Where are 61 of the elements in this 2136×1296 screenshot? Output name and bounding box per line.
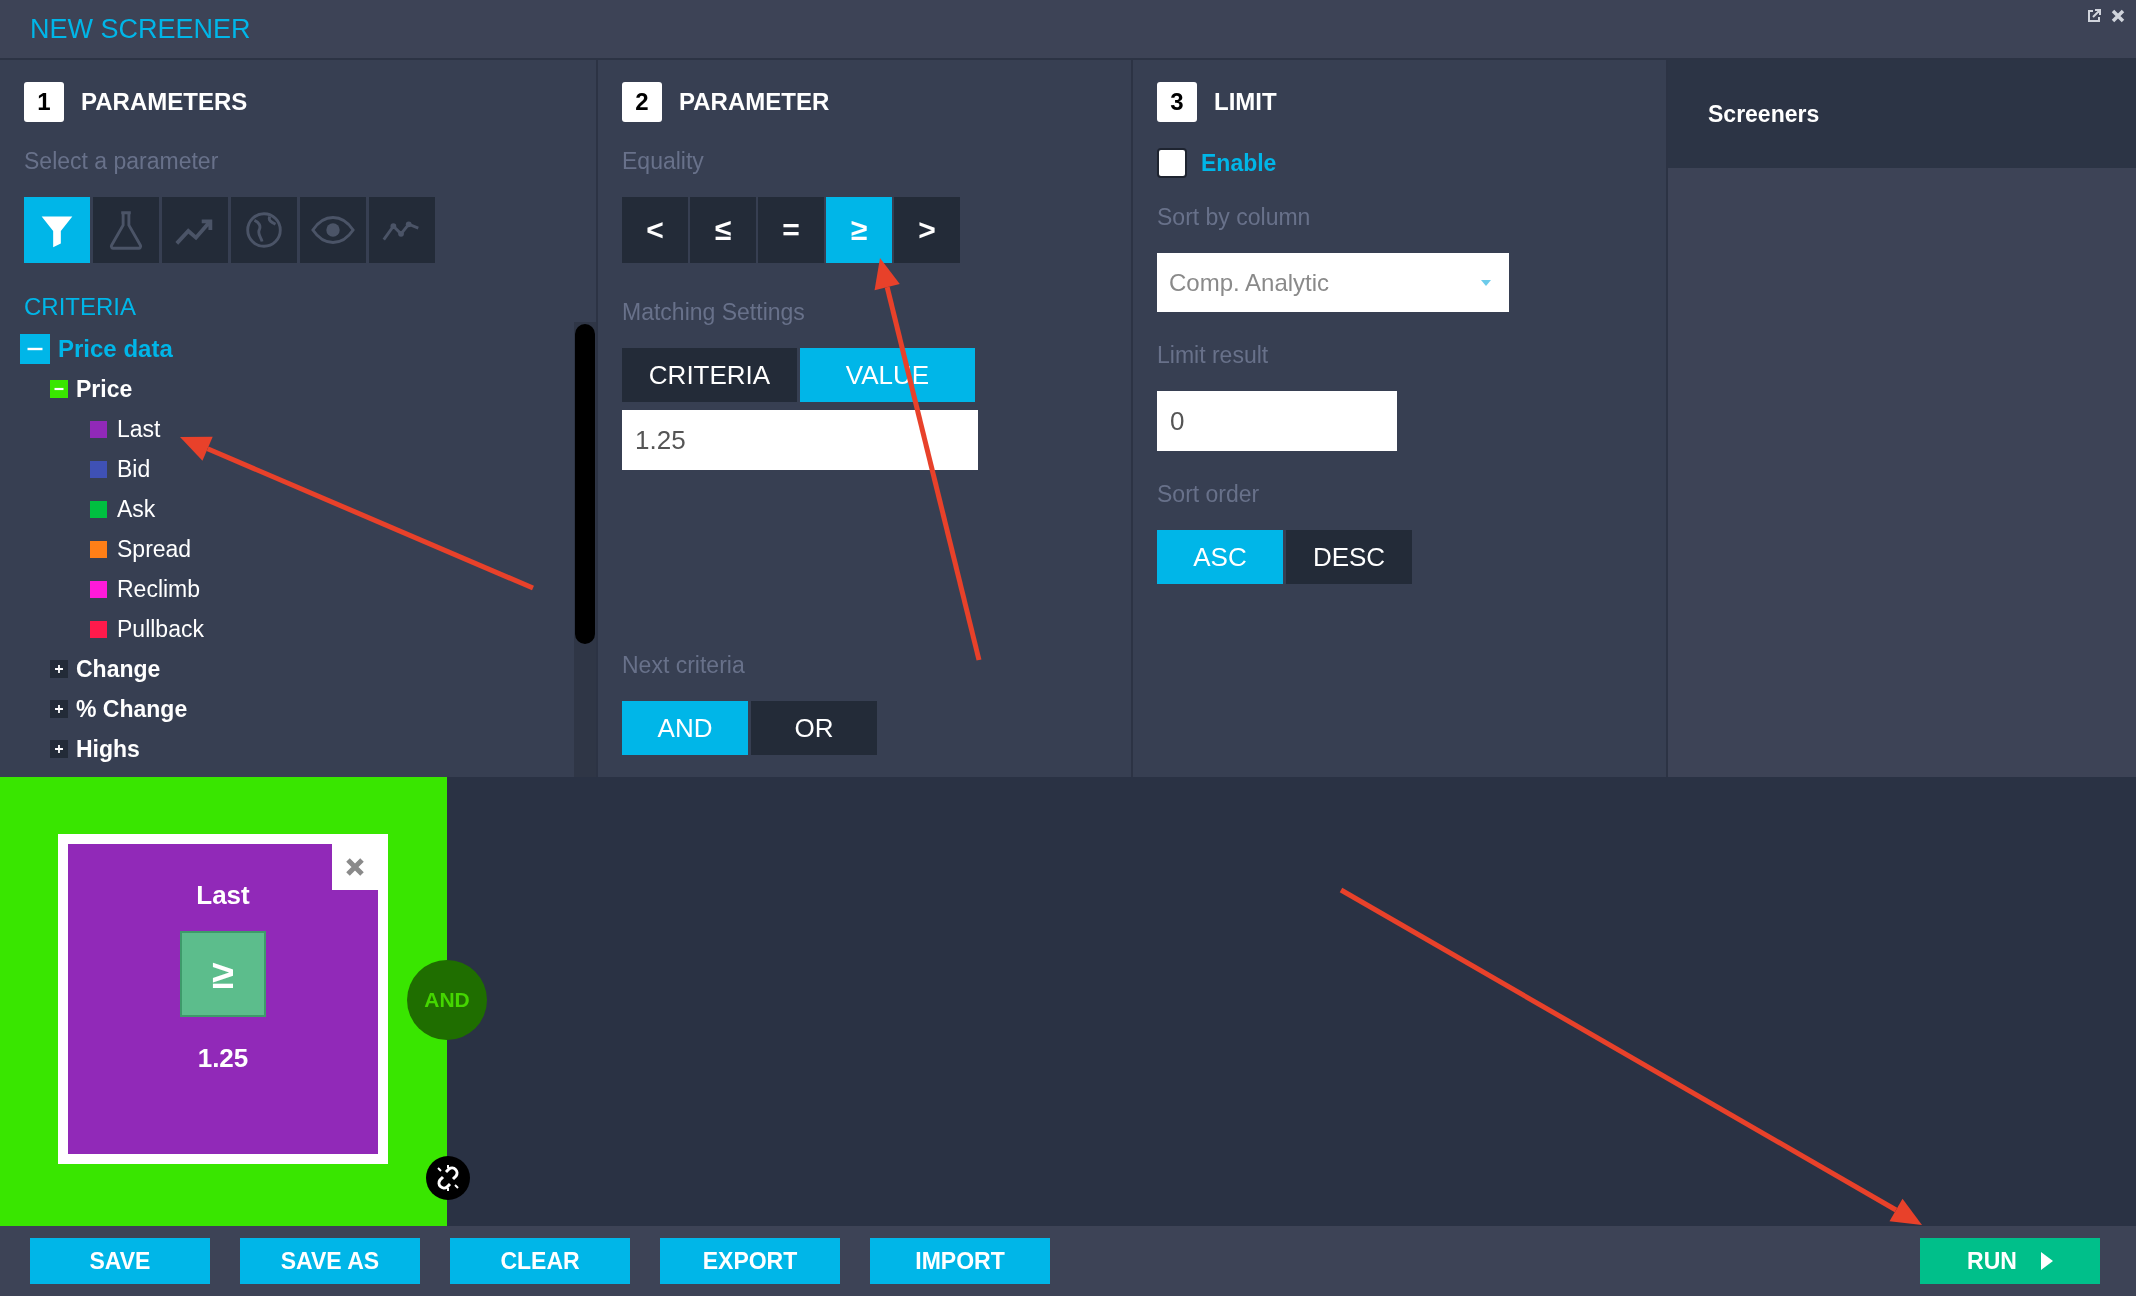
operator-badge: ≥: [180, 931, 266, 1017]
category-button[interactable]: [93, 197, 159, 263]
tree-item[interactable]: Spread: [117, 535, 192, 563]
step-number: 2: [622, 82, 662, 122]
field-label: Sort by column: [1157, 204, 1312, 231]
field-label: Next criteria: [622, 652, 746, 679]
field-label: Matching Settings: [622, 299, 806, 326]
unlink-icon[interactable]: [426, 1156, 470, 1200]
category-button[interactable]: [369, 197, 435, 263]
category-button[interactable]: [231, 197, 297, 263]
step-number: 3: [1157, 82, 1197, 122]
category-button[interactable]: [300, 197, 366, 263]
limit-field[interactable]: 0: [1157, 391, 1397, 451]
panel-title: PARAMETERS: [81, 88, 248, 116]
operator-button[interactable]: =: [758, 197, 824, 263]
field-label: Sort order: [1157, 481, 1261, 508]
tree-item[interactable]: Price data: [58, 335, 173, 363]
sort-order-button[interactable]: DESC: [1286, 530, 1412, 584]
panel-title: PARAMETER: [679, 88, 830, 116]
play-icon: [2040, 1252, 2053, 1270]
tree-item[interactable]: Last: [117, 415, 161, 443]
operator-button[interactable]: ≤: [690, 197, 756, 263]
expand-icon[interactable]: [50, 660, 68, 678]
logic-button[interactable]: OR: [751, 701, 877, 755]
tree-item[interactable]: % Change: [76, 695, 188, 723]
window-title: NEW SCREENER: [30, 13, 251, 45]
close-icon: [345, 857, 365, 877]
criteria-value: 1.25: [197, 1043, 249, 1074]
step-number: 1: [24, 82, 64, 122]
expand-icon[interactable]: [50, 740, 68, 758]
panel-title: Screeners: [1708, 100, 1820, 128]
category-button[interactable]: [162, 197, 228, 263]
tree-item[interactable]: Price: [76, 375, 133, 403]
scrollbar-track[interactable]: [574, 322, 596, 777]
scrollbar-thumb[interactable]: [575, 324, 595, 644]
tree-item[interactable]: Pullback: [117, 615, 204, 643]
checkbox-label: Enable: [1201, 149, 1277, 177]
close-icon[interactable]: [2110, 8, 2126, 24]
caret-icon: [1481, 279, 1491, 286]
operator-button[interactable]: >: [894, 197, 960, 263]
hint-label: Select a parameter: [24, 148, 220, 175]
mode-tab[interactable]: CRITERIA: [622, 348, 797, 402]
panel-title: LIMIT: [1214, 88, 1277, 116]
operator-button[interactable]: <: [622, 197, 688, 263]
tree-item[interactable]: Reclimb: [117, 575, 201, 603]
section-heading: CRITERIA: [24, 293, 137, 321]
tree-item[interactable]: Ask: [117, 495, 156, 523]
criteria-name: Last: [196, 880, 250, 911]
tree-item[interactable]: Highs: [76, 735, 140, 763]
value-field[interactable]: 1.25: [622, 410, 978, 470]
enable-checkbox[interactable]: [1157, 148, 1187, 178]
field-label: Limit result: [1157, 342, 1270, 369]
collapse-icon[interactable]: [50, 380, 68, 398]
tree-item[interactable]: Change: [76, 655, 161, 683]
criteria-card[interactable]: Last ≥ 1.25: [58, 834, 388, 1164]
collapse-icon[interactable]: [20, 334, 50, 364]
field-label: Equality: [622, 148, 705, 175]
popout-icon[interactable]: [2086, 8, 2102, 24]
category-button[interactable]: [24, 197, 90, 263]
expand-icon[interactable]: [50, 700, 68, 718]
tree-item[interactable]: Bid: [117, 455, 151, 483]
